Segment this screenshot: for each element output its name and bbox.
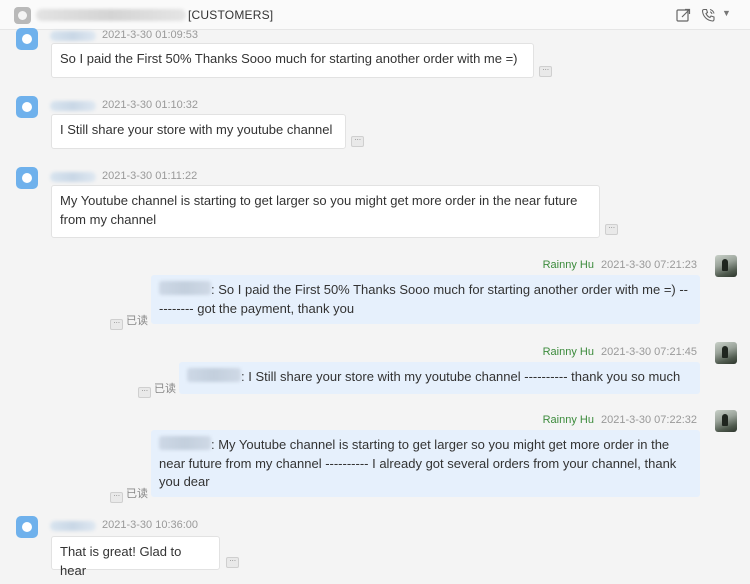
message-timestamp: 2021-3-30 07:22:32 <box>600 414 697 426</box>
more-options-button[interactable]: ··· <box>110 319 123 330</box>
message-timestamp: 2021-3-30 07:21:23 <box>600 259 697 271</box>
chevron-down-icon[interactable]: ▼ <box>722 8 731 18</box>
avatar[interactable] <box>16 28 38 50</box>
message-meta: Rainny Hu 2021-3-30 07:21:45 <box>543 346 697 358</box>
avatar[interactable] <box>16 516 38 538</box>
contact-name-redacted <box>36 9 186 21</box>
message-text: : My Youtube channel is starting to get … <box>159 437 677 489</box>
avatar[interactable] <box>16 167 38 189</box>
sender-name: Rainny Hu <box>542 346 594 358</box>
message-bubble[interactable]: : So I paid the First 50% Thanks Sooo mu… <box>151 275 700 324</box>
message-text: I Still share your store with my youtube… <box>60 122 333 137</box>
chat-title: [CUSTOMERS] <box>188 8 274 22</box>
read-label: 已读 <box>154 383 176 395</box>
phone-icon[interactable] <box>701 8 716 22</box>
avatar[interactable] <box>715 342 737 364</box>
sender-name-redacted <box>50 31 96 41</box>
avatar[interactable] <box>16 96 38 118</box>
read-status: ··· 已读 <box>110 312 148 330</box>
message-meta: Rainny Hu 2021-3-30 07:21:23 <box>543 259 697 271</box>
avatar[interactable] <box>715 255 737 277</box>
read-status: ··· 已读 <box>110 485 148 503</box>
read-label: 已读 <box>126 315 148 327</box>
chat-header: [CUSTOMERS] ▼ <box>0 0 750 30</box>
message-bubble[interactable]: : My Youtube channel is starting to get … <box>151 430 700 497</box>
sender-name-redacted <box>50 521 96 531</box>
message-text: So I paid the First 50% Thanks Sooo much… <box>60 51 518 66</box>
sender-name: Rainny Hu <box>542 259 594 271</box>
quoted-name-redacted <box>159 436 211 450</box>
share-icon[interactable] <box>676 8 691 22</box>
sender-name: Rainny Hu <box>542 414 594 426</box>
message-text: That is great! Glad to hear <box>60 544 182 578</box>
more-options-button[interactable]: ··· <box>351 136 364 147</box>
message-bubble[interactable]: So I paid the First 50% Thanks Sooo much… <box>51 43 534 78</box>
read-status: ··· 已读 <box>138 380 176 398</box>
more-options-button[interactable]: ··· <box>539 66 552 77</box>
message-meta: Rainny Hu 2021-3-30 07:22:32 <box>543 414 697 426</box>
message-bubble[interactable]: : I Still share your store with my youtu… <box>179 362 700 394</box>
read-label: 已读 <box>126 488 148 500</box>
sender-name-redacted <box>50 172 96 182</box>
app-icon <box>14 7 31 24</box>
sender-name-redacted <box>50 101 96 111</box>
message-bubble[interactable]: My Youtube channel is starting to get la… <box>51 185 600 238</box>
message-timestamp: 2021-3-30 01:11:22 <box>102 170 198 182</box>
more-options-button[interactable]: ··· <box>110 492 123 503</box>
message-bubble[interactable]: I Still share your store with my youtube… <box>51 114 346 149</box>
message-timestamp: 2021-3-30 10:36:00 <box>102 519 199 531</box>
message-timestamp: 2021-3-30 01:09:53 <box>102 29 199 41</box>
message-text: : So I paid the First 50% Thanks Sooo mu… <box>159 282 689 316</box>
message-timestamp: 2021-3-30 01:10:32 <box>102 99 199 111</box>
quoted-name-redacted <box>187 368 241 382</box>
quoted-name-redacted <box>159 281 211 295</box>
message-bubble[interactable]: That is great! Glad to hear <box>51 536 220 578</box>
more-options-button[interactable]: ··· <box>605 224 618 235</box>
message-text: My Youtube channel is starting to get la… <box>60 193 578 227</box>
more-options-button[interactable]: ··· <box>226 557 239 568</box>
message-timestamp: 2021-3-30 07:21:45 <box>600 346 697 358</box>
avatar[interactable] <box>715 410 737 432</box>
more-options-button[interactable]: ··· <box>138 387 151 398</box>
message-text: : I Still share your store with my youtu… <box>241 369 681 384</box>
